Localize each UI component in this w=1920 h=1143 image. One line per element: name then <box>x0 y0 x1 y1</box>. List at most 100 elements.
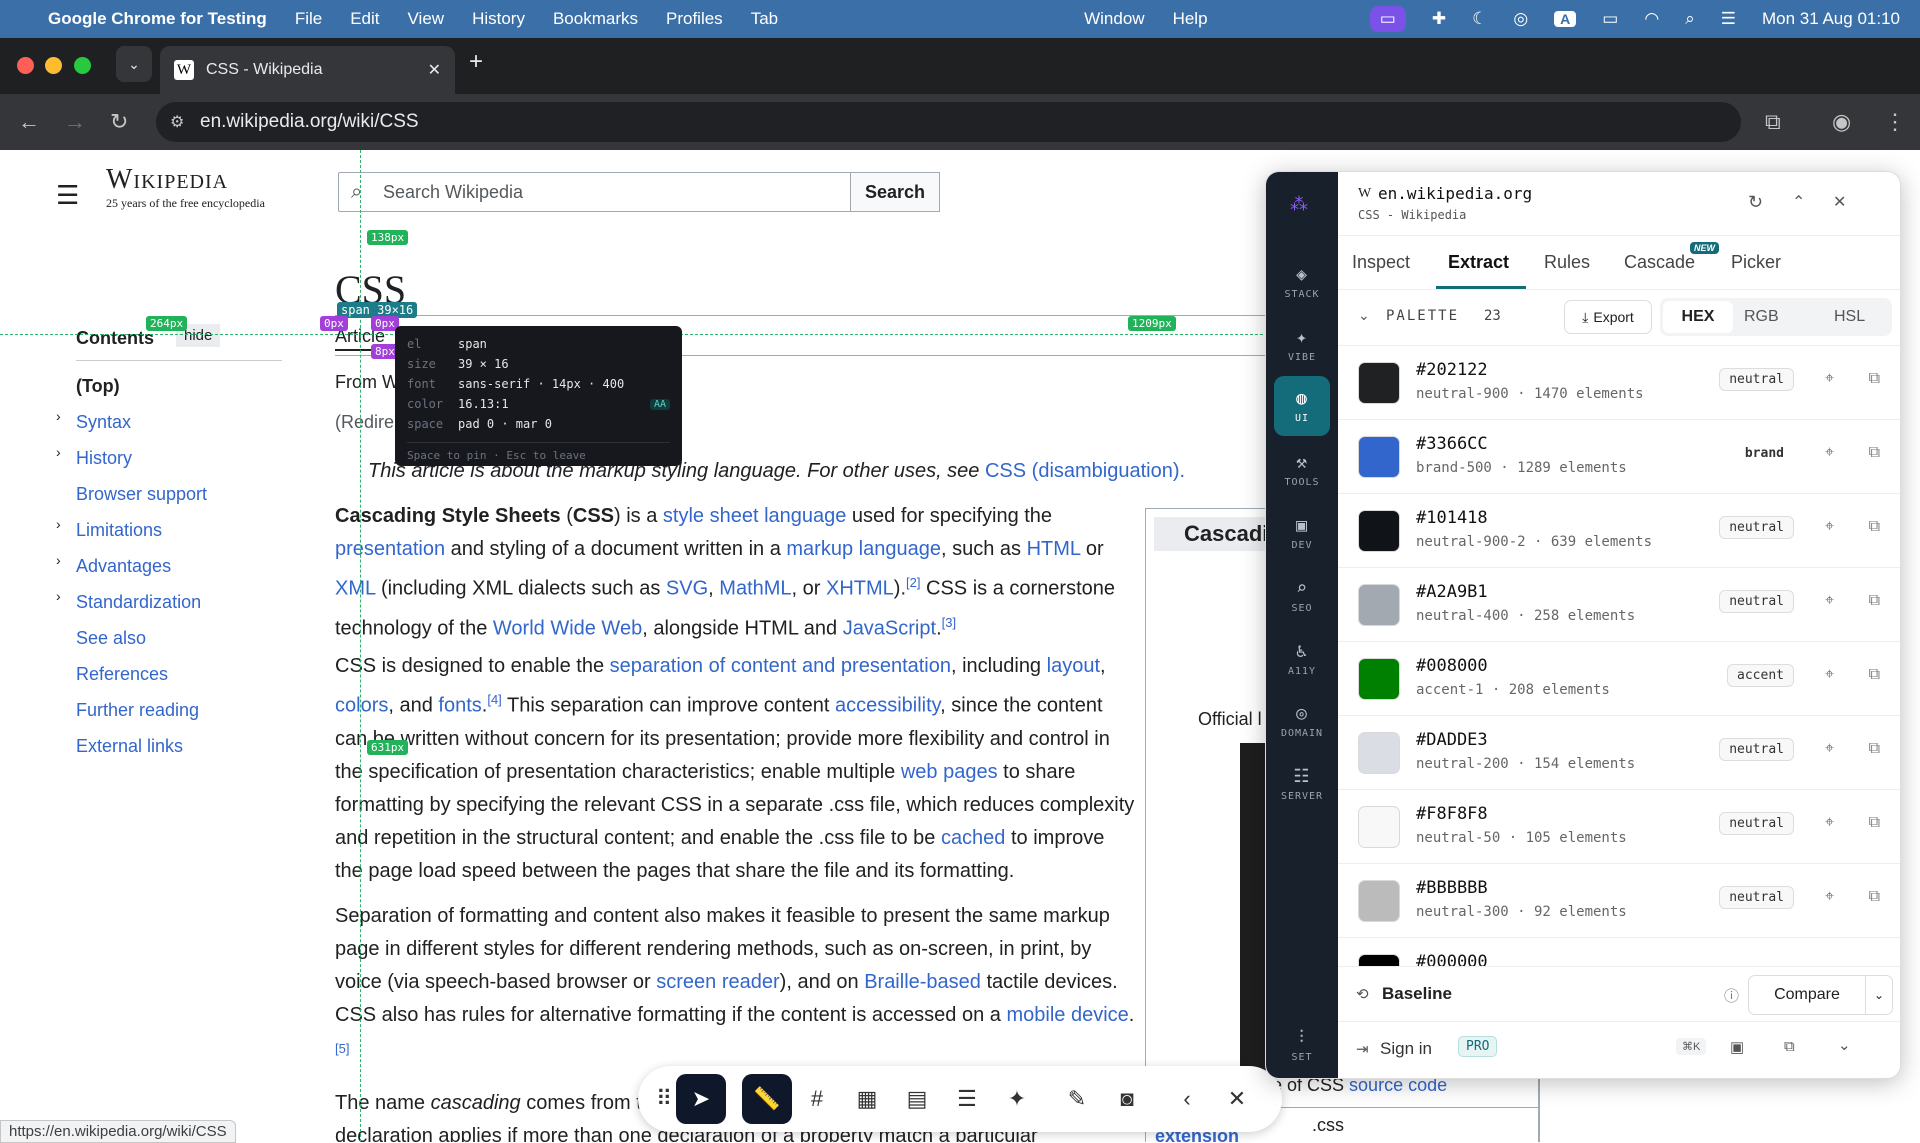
menu-view[interactable]: View <box>408 9 445 29</box>
toc-expand-icon[interactable]: › <box>56 408 61 424</box>
link[interactable]: HTML <box>1027 538 1081 560</box>
toc-item-see-also[interactable]: See also <box>76 628 146 649</box>
forward-icon[interactable]: → <box>64 111 86 133</box>
locate-icon[interactable]: ⌖ <box>1825 370 1834 388</box>
camera-button[interactable]: ◙ <box>1102 1074 1152 1124</box>
toc-item-advantages[interactable]: Advantages <box>76 556 171 577</box>
swatch-row[interactable]: #A2A9B1 neutral-400 · 258 elements neutr… <box>1338 568 1900 642</box>
compare-dropdown-button[interactable]: ⌄ <box>1865 975 1893 1015</box>
menu-bookmarks[interactable]: Bookmarks <box>553 9 638 29</box>
swatch-row[interactable]: #F8F8F8 neutral-50 · 105 elements neutra… <box>1338 790 1900 864</box>
hamburger-menu-icon[interactable]: ☰ <box>56 180 79 211</box>
copy-icon[interactable]: ⧉ <box>1869 814 1880 832</box>
layout-grid-button[interactable]: ▦ <box>842 1074 892 1124</box>
tab-rules[interactable]: Rules <box>1544 252 1590 273</box>
menu-kebab-icon[interactable]: ⋮ <box>1884 111 1906 133</box>
dock-icon[interactable]: ⧉ <box>1784 1038 1795 1055</box>
rail-stack[interactable]: ◈ STACK <box>1266 252 1338 312</box>
toc-expand-icon[interactable]: › <box>56 516 61 532</box>
copy-icon[interactable]: ⧉ <box>1869 740 1880 758</box>
control-center-icon[interactable]: ☰ <box>1721 9 1736 29</box>
link[interactable]: Braille-based <box>864 971 981 993</box>
format-hsl[interactable]: HSL <box>1834 308 1865 326</box>
screenshot-icon[interactable]: ▣ <box>1730 1038 1744 1056</box>
url-text[interactable]: en.wikipedia.org/wiki/CSS <box>200 111 419 133</box>
tab-inspect[interactable]: Inspect <box>1352 252 1410 273</box>
copy-icon[interactable]: ⧉ <box>1869 370 1880 388</box>
rail-settings[interactable]: ⫶ SET <box>1266 1015 1338 1075</box>
sparkle-button[interactable]: ✦ <box>992 1074 1042 1124</box>
locate-icon[interactable]: ⌖ <box>1825 592 1834 610</box>
tab-cascade[interactable]: Cascade <box>1624 252 1695 273</box>
drag-handle-icon[interactable]: ⠿ <box>652 1074 676 1124</box>
link[interactable]: screen reader <box>656 971 779 993</box>
toc-item-syntax[interactable]: Syntax <box>76 412 131 433</box>
link[interactable]: presentation <box>335 538 445 560</box>
compare-button[interactable]: Compare <box>1748 975 1866 1015</box>
toc-expand-icon[interactable]: › <box>56 552 61 568</box>
link[interactable]: cached <box>941 827 1006 849</box>
refresh-icon[interactable]: ↻ <box>1748 192 1763 213</box>
copy-icon[interactable]: ⧉ <box>1869 518 1880 536</box>
eyedropper-button[interactable]: ✎ <box>1052 1074 1102 1124</box>
tab-search-button[interactable]: ⌄ <box>116 46 152 82</box>
swatch-row[interactable]: #DADDE3 neutral-200 · 154 elements neutr… <box>1338 716 1900 790</box>
chevron-down-icon[interactable]: ⌄ <box>1838 1036 1851 1054</box>
copy-icon[interactable]: ⧉ <box>1869 592 1880 610</box>
menu-history[interactable]: History <box>472 9 525 29</box>
input-source-icon[interactable]: A <box>1554 11 1577 27</box>
close-panel-icon[interactable]: ✕ <box>1833 192 1846 212</box>
link[interactable]: XHTML <box>826 578 894 600</box>
locate-icon[interactable]: ⌖ <box>1825 888 1834 906</box>
toc-item-top[interactable]: (Top) <box>76 376 120 397</box>
citation[interactable]: [4] <box>487 692 501 707</box>
menu-file[interactable]: File <box>295 9 322 29</box>
menu-profiles[interactable]: Profiles <box>666 9 723 29</box>
swatch-row[interactable]: #000000 <box>1338 938 1900 966</box>
table-button[interactable]: ▤ <box>892 1074 942 1124</box>
citation[interactable]: [5] <box>335 1041 349 1056</box>
link[interactable]: JavaScript <box>843 617 936 639</box>
menubar-app-name[interactable]: Google Chrome for Testing <box>48 9 267 29</box>
swatch-row[interactable]: #3366CC brand-500 · 1289 elements brand … <box>1338 420 1900 494</box>
link[interactable]: SVG <box>666 578 708 600</box>
swatch-row[interactable]: #202122 neutral-900 · 1470 elements neut… <box>1338 346 1900 420</box>
search-icon[interactable]: ⌕ <box>1685 9 1695 29</box>
citation[interactable]: [2] <box>906 575 920 590</box>
collapse-up-icon[interactable]: ⌃ <box>1792 192 1805 212</box>
citation[interactable]: [3] <box>942 615 956 630</box>
copy-icon[interactable]: ⧉ <box>1869 444 1880 462</box>
link[interactable]: MathML <box>719 578 791 600</box>
link[interactable]: layout <box>1047 655 1100 677</box>
minimize-window-button[interactable] <box>45 57 62 74</box>
clock[interactable]: Mon 31 Aug 01:10 <box>1762 9 1900 29</box>
swatch-row[interactable]: #008000 accent-1 · 208 elements accent ⌖… <box>1338 642 1900 716</box>
profile-icon[interactable]: ◉ <box>1832 111 1851 133</box>
tab-extract[interactable]: Extract <box>1448 252 1509 273</box>
circle-icon[interactable]: ◎ <box>1513 9 1528 29</box>
link[interactable]: World Wide Web <box>493 617 642 639</box>
toc-item-browser-support[interactable]: Browser support <box>76 484 207 505</box>
locate-icon[interactable]: ⌖ <box>1825 740 1834 758</box>
toc-item-standardization[interactable]: Standardization <box>76 592 201 613</box>
search-button[interactable]: Search <box>850 172 940 212</box>
toc-item-limitations[interactable]: Limitations <box>76 520 162 541</box>
search-input[interactable]: ⌕ Search Wikipedia <box>338 172 851 212</box>
site-info-icon[interactable]: ⚙ <box>170 112 184 132</box>
locate-icon[interactable]: ⌖ <box>1825 518 1834 536</box>
screen-record-icon[interactable]: ▭ <box>1369 6 1406 32</box>
close-toolbar-button[interactable]: ✕ <box>1212 1074 1262 1124</box>
wikipedia-logo[interactable]: Wikipedia 25 years of the free encyclope… <box>106 164 265 211</box>
collapse-left-button[interactable]: ‹ <box>1162 1074 1212 1124</box>
format-rgb[interactable]: RGB <box>1744 308 1779 326</box>
format-hex[interactable]: HEX <box>1663 301 1733 333</box>
menu-window[interactable]: Window <box>1084 9 1144 29</box>
extension-icon[interactable]: ✚ <box>1432 9 1446 29</box>
menu-help[interactable]: Help <box>1173 9 1208 29</box>
battery-icon[interactable]: ▭ <box>1602 9 1618 29</box>
toc-expand-icon[interactable]: › <box>56 444 61 460</box>
toc-item-external-links[interactable]: External links <box>76 736 183 757</box>
swatch-row[interactable]: #101418 neutral-900-2 · 639 elements neu… <box>1338 494 1900 568</box>
new-tab-button[interactable]: + <box>469 48 483 76</box>
info-icon[interactable]: ⓘ <box>1724 985 1739 1006</box>
